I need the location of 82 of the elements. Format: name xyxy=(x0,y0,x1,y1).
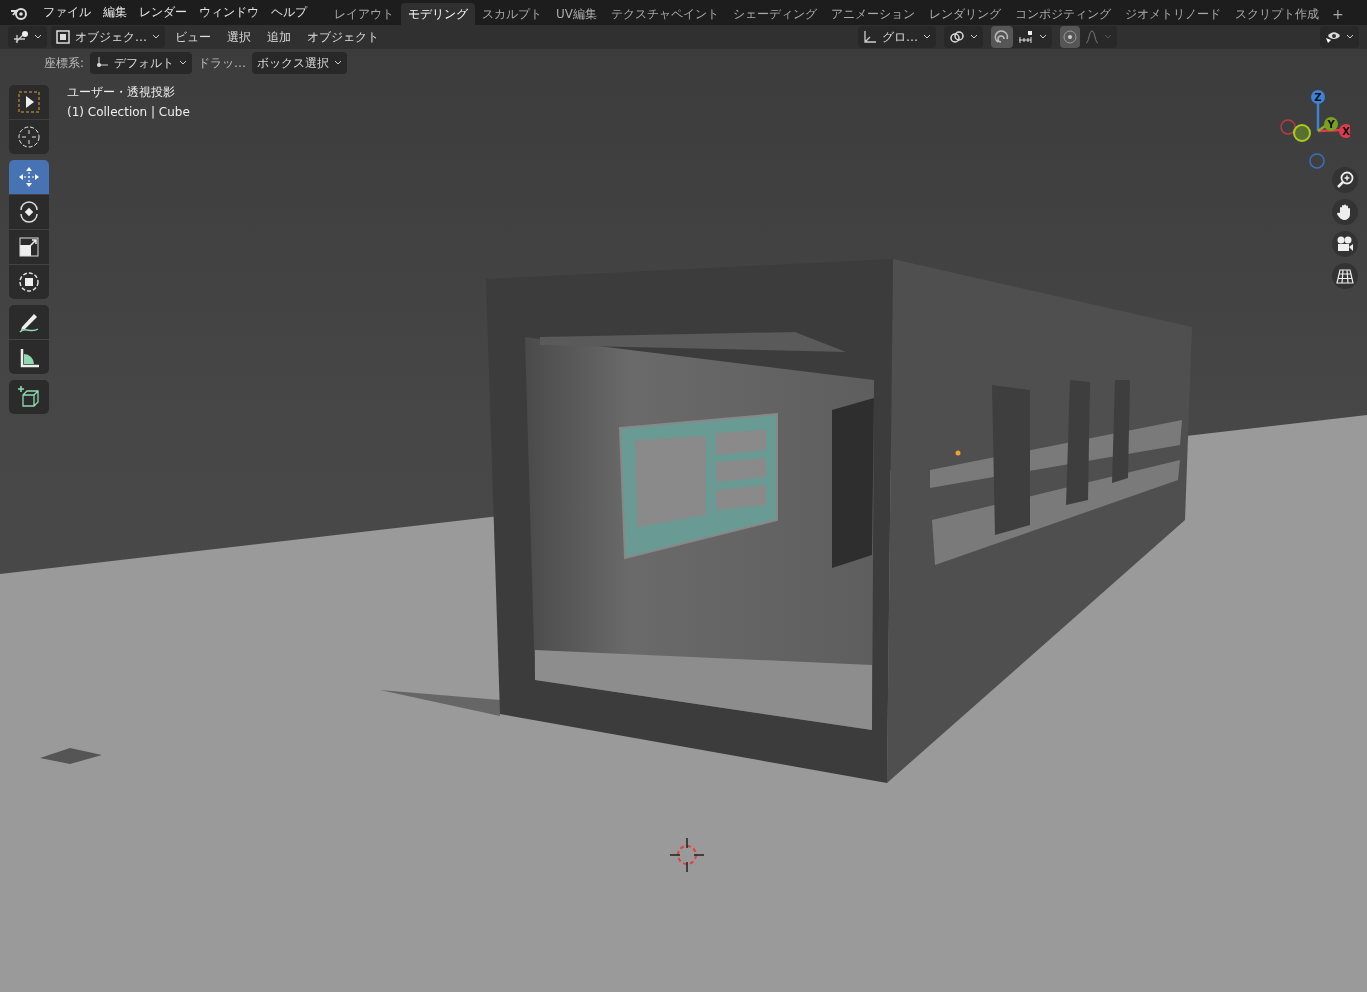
tool-button[interactable] xyxy=(9,265,49,299)
editor-type-dropdown[interactable] xyxy=(8,26,47,48)
caret-icon xyxy=(970,34,978,40)
menu-item[interactable]: ファイル xyxy=(37,4,97,21)
shadow xyxy=(40,748,102,764)
header-menu[interactable]: 選択 xyxy=(221,28,257,46)
caret-icon xyxy=(179,60,188,66)
workspace-tab[interactable]: テクスチャペイント xyxy=(604,2,726,26)
workspace-tab[interactable]: モデリング xyxy=(401,2,475,26)
magnet-icon xyxy=(994,29,1010,45)
header-menu[interactable]: 追加 xyxy=(261,28,297,46)
y-axis-label: Y xyxy=(1327,119,1335,130)
link-icon xyxy=(949,30,965,44)
workspace-tab[interactable]: レイアウト xyxy=(327,2,401,26)
zoom-icon xyxy=(1336,171,1354,189)
z-axis-label: Z xyxy=(1314,92,1322,103)
pan-button[interactable] xyxy=(1332,199,1358,225)
proportional-edit-toggle[interactable] xyxy=(1060,26,1080,48)
coord-system-dropdown[interactable]: デフォルト xyxy=(90,52,193,74)
view-name: ユーザー・透視投影 xyxy=(67,84,176,101)
caret-icon xyxy=(34,34,42,40)
tool-button[interactable] xyxy=(9,85,49,119)
header-menu[interactable]: オブジェクト xyxy=(301,28,385,46)
mode-dropdown[interactable]: オブジェク… xyxy=(51,26,165,48)
increment-icon xyxy=(1018,30,1034,44)
cursor-icon xyxy=(17,125,41,149)
grid-icon xyxy=(1336,267,1354,285)
caret-icon xyxy=(1039,34,1047,40)
axis-gizmo-drawing[interactable] xyxy=(1280,90,1350,169)
object-mode-icon xyxy=(56,30,70,44)
caret-icon xyxy=(1346,34,1354,40)
header-menu[interactable]: ビュー xyxy=(169,28,217,46)
menu-item[interactable]: ヘルプ xyxy=(265,4,313,21)
rotate-icon xyxy=(17,200,41,224)
workspace-tab[interactable]: コンポジティング xyxy=(1008,2,1118,26)
zoom-button[interactable] xyxy=(1332,167,1358,193)
origin-point-icon xyxy=(955,450,961,456)
visibility-dropdown[interactable] xyxy=(1320,26,1359,48)
drag-label: ドラッ… xyxy=(198,54,247,72)
3d-viewport[interactable]: 座標系: デフォルト ドラッ… ボックス選択 ユーザー・透視投影 (1) Collection | Cube Z Y X xyxy=(0,49,1367,992)
add-cube-icon xyxy=(17,385,41,409)
tool-button[interactable] xyxy=(9,380,49,414)
workspace-tab[interactable]: レンダリング xyxy=(922,2,1008,26)
caret-icon xyxy=(1104,34,1112,40)
select-box-icon xyxy=(17,90,41,114)
target-icon xyxy=(1063,30,1077,44)
3d-cursor-icon[interactable] xyxy=(669,837,705,873)
add-workspace-button[interactable]: + xyxy=(1326,6,1350,22)
snap-toggle[interactable] xyxy=(991,26,1013,48)
workspace-tab[interactable]: UV編集 xyxy=(549,2,604,26)
tool-button[interactable] xyxy=(9,195,49,229)
workspace-tab[interactable]: スクリプト作成 xyxy=(1228,2,1326,26)
eye-cursor-icon xyxy=(1325,30,1341,44)
coord-system-label: 座標系: xyxy=(44,54,85,72)
workspace-tab[interactable]: シェーディング xyxy=(726,2,824,26)
caret-icon xyxy=(334,60,343,66)
workspace-tab[interactable]: アニメーション xyxy=(824,2,922,26)
axes-icon xyxy=(863,30,877,44)
move-arrows-icon xyxy=(17,165,41,189)
axes-icon xyxy=(13,30,29,44)
menu-item[interactable]: 編集 xyxy=(97,4,133,21)
scale-icon xyxy=(17,235,41,259)
ortho-grid-button[interactable] xyxy=(1332,263,1358,289)
tool-button[interactable] xyxy=(9,305,49,339)
caret-icon xyxy=(152,34,160,40)
workspace-tab[interactable]: ジオメトリノード xyxy=(1118,2,1228,26)
object-info: (1) Collection | Cube xyxy=(67,105,190,119)
axes-icon xyxy=(95,56,110,70)
pivot-dropdown[interactable] xyxy=(944,26,983,48)
camera-icon xyxy=(1336,235,1354,253)
falloff-curve-icon xyxy=(1085,30,1099,44)
menu-item[interactable]: ウィンドウ xyxy=(193,4,265,21)
tool-button[interactable] xyxy=(9,340,49,374)
caret-icon xyxy=(923,34,931,40)
select-mode-dropdown[interactable]: ボックス選択 xyxy=(252,52,348,74)
orientation-dropdown[interactable]: グロ… xyxy=(858,26,936,48)
camera-button[interactable] xyxy=(1332,231,1358,257)
transform-icon xyxy=(17,270,41,294)
menu-item[interactable]: レンダー xyxy=(133,4,193,21)
tool-button[interactable] xyxy=(9,230,49,264)
x-axis-label: X xyxy=(1342,126,1350,137)
workspace-tab[interactable]: スカルプト xyxy=(475,2,549,26)
